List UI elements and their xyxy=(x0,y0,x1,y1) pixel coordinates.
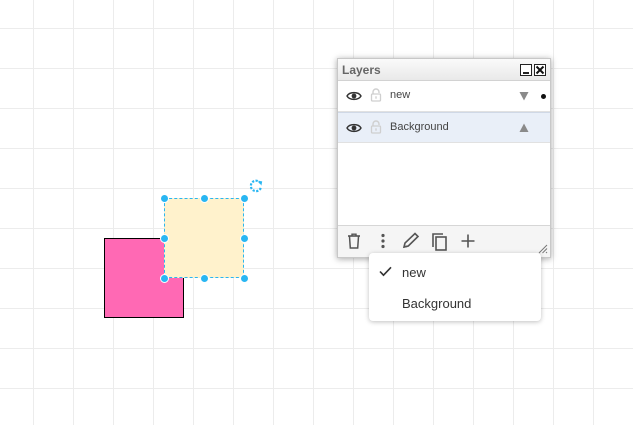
menu-item-label: new xyxy=(402,265,426,280)
pencil-icon[interactable] xyxy=(401,232,421,250)
layer-row-new[interactable]: new xyxy=(338,81,550,112)
resize-handle-bottom[interactable] xyxy=(200,274,209,283)
resize-handle-bottom-right[interactable] xyxy=(240,274,249,283)
menu-item-background[interactable]: Background xyxy=(369,288,541,318)
layer-select-menu: new Background xyxy=(369,253,541,321)
rotate-icon[interactable] xyxy=(248,178,264,194)
close-icon xyxy=(535,65,545,75)
minimize-icon xyxy=(523,72,529,74)
layer-name: new xyxy=(390,89,411,101)
current-layer-indicator xyxy=(541,94,546,99)
layers-panel: Layers new Background xyxy=(337,58,551,258)
unlock-icon[interactable] xyxy=(370,120,382,134)
layer-row-background[interactable]: Background xyxy=(338,112,550,143)
trash-icon[interactable] xyxy=(346,232,362,250)
move-down-icon[interactable] xyxy=(518,90,530,102)
resize-handle-top-right[interactable] xyxy=(240,194,249,203)
yellow-square-shape[interactable] xyxy=(160,194,249,283)
resize-handle-left[interactable] xyxy=(160,234,169,243)
resize-grip-icon[interactable] xyxy=(538,244,548,254)
panel-title: Layers xyxy=(342,63,381,77)
layer-name: Background xyxy=(390,121,449,133)
resize-handle-right[interactable] xyxy=(240,234,249,243)
eye-icon[interactable] xyxy=(346,122,362,134)
eye-icon[interactable] xyxy=(346,90,362,102)
menu-item-new[interactable]: new xyxy=(369,257,541,287)
unlock-icon[interactable] xyxy=(370,88,382,102)
layers-panel-titlebar[interactable]: Layers xyxy=(338,59,550,81)
check-icon xyxy=(379,266,392,277)
minimize-button[interactable] xyxy=(520,64,532,76)
resize-handle-top[interactable] xyxy=(200,194,209,203)
menu-item-label: Background xyxy=(402,296,472,311)
more-vertical-icon[interactable] xyxy=(375,232,391,250)
close-button[interactable] xyxy=(534,64,546,76)
copy-icon[interactable] xyxy=(430,232,450,252)
move-up-icon[interactable] xyxy=(518,122,530,134)
resize-handle-bottom-left[interactable] xyxy=(160,274,169,283)
plus-icon[interactable] xyxy=(460,232,476,250)
resize-handle-top-left[interactable] xyxy=(160,194,169,203)
